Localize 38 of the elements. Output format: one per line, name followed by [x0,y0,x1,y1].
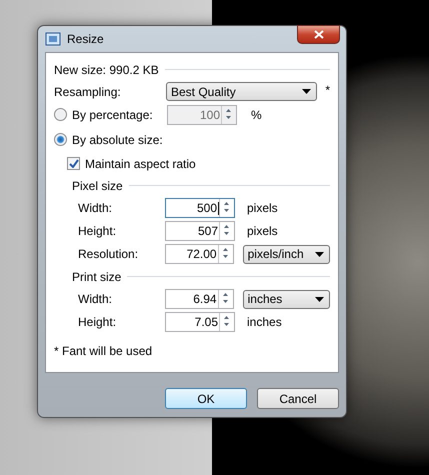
dialog-button[interactable]: OK [165,388,247,409]
percent-unit: % [251,108,262,122]
group-heading: Pixel size [72,178,123,193]
radio-button[interactable] [54,133,67,146]
mode-option-label: By absolute size: [72,132,164,147]
dialog-button[interactable]: Cancel [257,388,339,409]
number-field[interactable]: 507 [165,221,235,242]
unit-label: pixels [247,224,278,238]
checkbox[interactable] [67,157,80,170]
number-field[interactable]: 6.94 [165,289,234,310]
window-title: Resize [67,32,104,46]
field-label: Width: [78,292,114,306]
radio-button[interactable] [54,108,67,122]
unit-label: pixels [247,201,278,216]
field-label: Resolution: [78,247,140,262]
footnote-text: * Fant will be used [54,344,152,358]
unit-dropdown[interactable]: pixels/inch [242,244,330,264]
dropdown-arrow-icon [315,296,324,302]
resampling-dropdown[interactable]: Best Quality [166,82,318,102]
mode-option-label: By percentage: [72,108,154,122]
close-button[interactable] [297,25,340,44]
dropdown-arrow-icon [315,252,324,257]
group-heading: Print size [72,270,122,284]
checkbox-label: Maintain aspect ratio [85,156,196,171]
unit-dropdown[interactable]: inches [242,290,330,309]
field-label: Height: [78,224,118,238]
dropdown-arrow-icon [302,89,312,94]
field-label: Height: [78,315,118,330]
footnote-marker: * [325,82,330,97]
window-app-icon [45,32,61,46]
field-label: Width: [78,201,114,216]
close-icon [314,30,324,39]
number-field[interactable]: 7.05 [165,312,235,332]
new-size-label: New size: 990.2 KB [54,62,159,77]
number-field[interactable]: 500 [165,198,235,218]
resampling-label: Resampling: [54,84,122,99]
number-field[interactable]: 72.00 [165,244,234,264]
unit-label: inches [247,315,282,330]
